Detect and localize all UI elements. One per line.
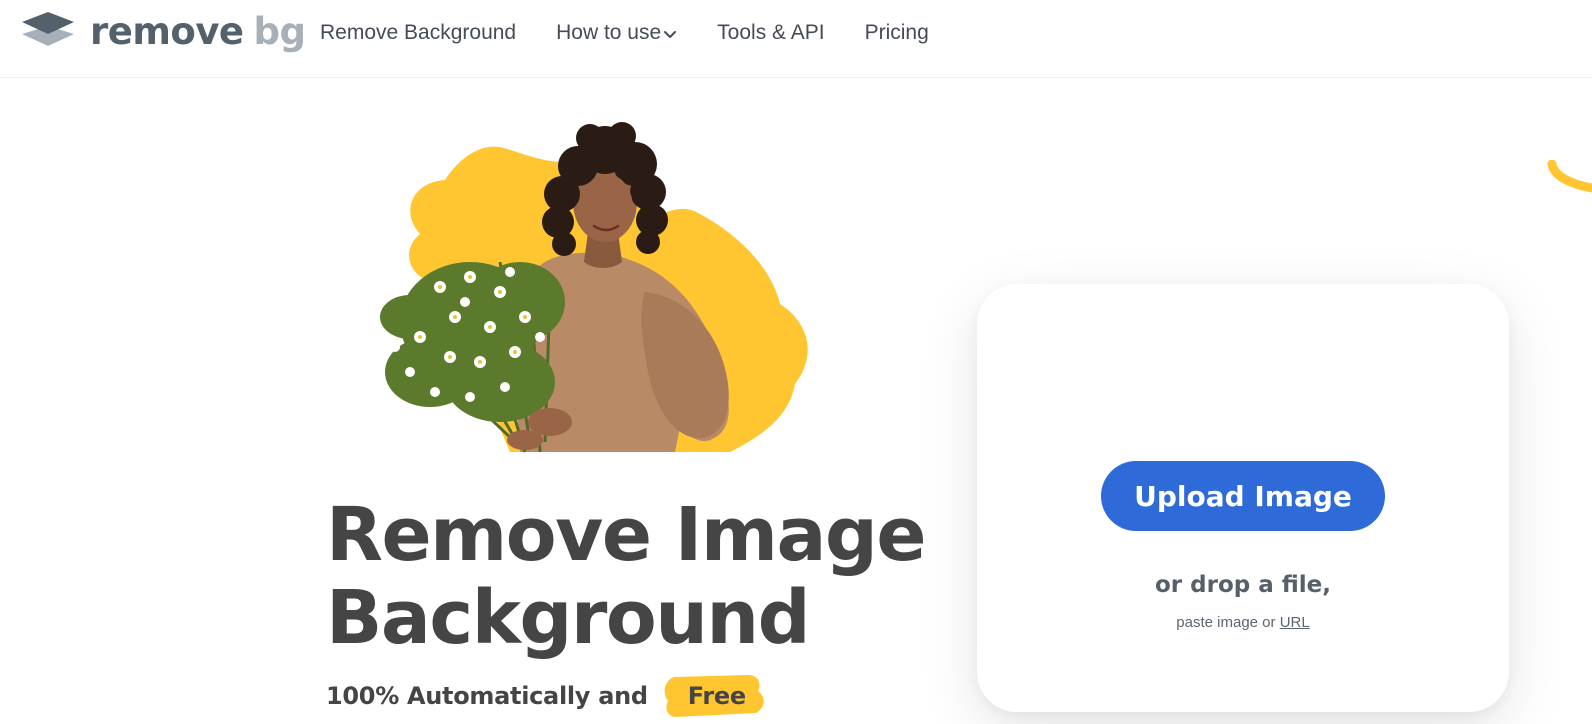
upload-image-button[interactable]: Upload Image bbox=[1101, 461, 1385, 531]
hero-subtitle: 100% Automatically and Free bbox=[326, 675, 764, 717]
nav-tools-api[interactable]: Tools & API bbox=[717, 21, 824, 45]
logo-wordmark: remove bg bbox=[90, 12, 306, 52]
logo-word-bg: bg bbox=[253, 10, 306, 53]
decorative-swoosh bbox=[1547, 160, 1592, 193]
nav-how-to-use-label: How to use bbox=[556, 21, 662, 44]
free-label: Free bbox=[687, 682, 746, 710]
stacked-layers-icon bbox=[20, 10, 76, 55]
upload-card[interactable]: Upload Image or drop a file, paste image… bbox=[977, 284, 1509, 712]
site-header: remove bg Remove Background How to use To… bbox=[0, 0, 1592, 78]
logo[interactable]: remove bg bbox=[20, 10, 306, 55]
title-line-1: Remove Image bbox=[326, 492, 927, 578]
chevron-down-icon bbox=[664, 31, 677, 38]
nav-remove-background[interactable]: Remove Background bbox=[320, 21, 516, 45]
main-nav: Remove Background How to use Tools & API… bbox=[320, 18, 929, 48]
nav-how-to-use[interactable]: How to use bbox=[556, 21, 677, 45]
title-line-2: Background bbox=[326, 575, 811, 661]
drop-file-text: or drop a file, bbox=[1154, 572, 1332, 598]
paste-text: paste image or bbox=[1176, 614, 1276, 631]
url-link[interactable]: URL bbox=[1280, 614, 1310, 631]
subtitle-prefix: 100% Automatically and bbox=[326, 682, 648, 710]
nav-pricing[interactable]: Pricing bbox=[865, 21, 929, 45]
logo-word-remove: remove bbox=[90, 10, 244, 53]
paste-hint: paste image or URL bbox=[977, 614, 1509, 631]
page-title: Remove Image Background bbox=[326, 494, 946, 660]
free-badge: Free bbox=[664, 675, 764, 717]
hero-image bbox=[350, 122, 820, 454]
